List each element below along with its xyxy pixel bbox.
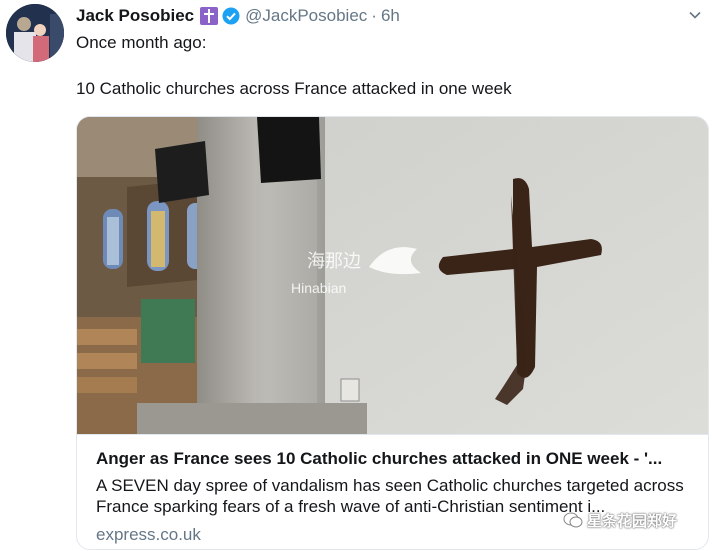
image-watermark-en: Hinabian xyxy=(291,280,346,296)
tweet-text-line: 10 Catholic churches across France attac… xyxy=(76,79,512,98)
card-title[interactable]: Anger as France sees 10 Catholic churche… xyxy=(96,449,696,469)
card-image[interactable]: 海那边 Hinabian xyxy=(77,117,708,434)
wechat-icon xyxy=(563,510,583,530)
cross-icon xyxy=(200,7,219,25)
card-body[interactable]: Anger as France sees 10 Catholic churche… xyxy=(77,434,708,549)
user-handle[interactable]: @JackPosobiec xyxy=(245,6,367,26)
watermark-text: 星条花园郑好 xyxy=(587,512,678,530)
separator-dot: · xyxy=(371,6,377,25)
link-card[interactable]: 海那边 Hinabian Anger as France sees 10 Cat… xyxy=(76,116,709,550)
card-domain[interactable]: express.co.uk xyxy=(96,525,201,545)
image-watermark-cn: 海那边 xyxy=(307,251,361,272)
tweet-text-line: Once month ago: xyxy=(76,33,207,52)
tweet-header: Jack Posobiec @JackPosobiec · 6h xyxy=(76,4,400,28)
tweet[interactable]: Jack Posobiec @JackPosobiec · 6h Once mo… xyxy=(0,0,714,551)
timestamp[interactable]: 6h xyxy=(381,6,400,26)
tweet-text: Once month ago: 10 Catholic churches acr… xyxy=(76,32,512,100)
chevron-down-icon[interactable] xyxy=(688,8,702,22)
wechat-watermark: 星条花园郑好 xyxy=(563,508,677,532)
avatar[interactable] xyxy=(6,4,64,62)
verified-icon xyxy=(222,7,240,25)
display-name[interactable]: Jack Posobiec xyxy=(76,6,194,26)
